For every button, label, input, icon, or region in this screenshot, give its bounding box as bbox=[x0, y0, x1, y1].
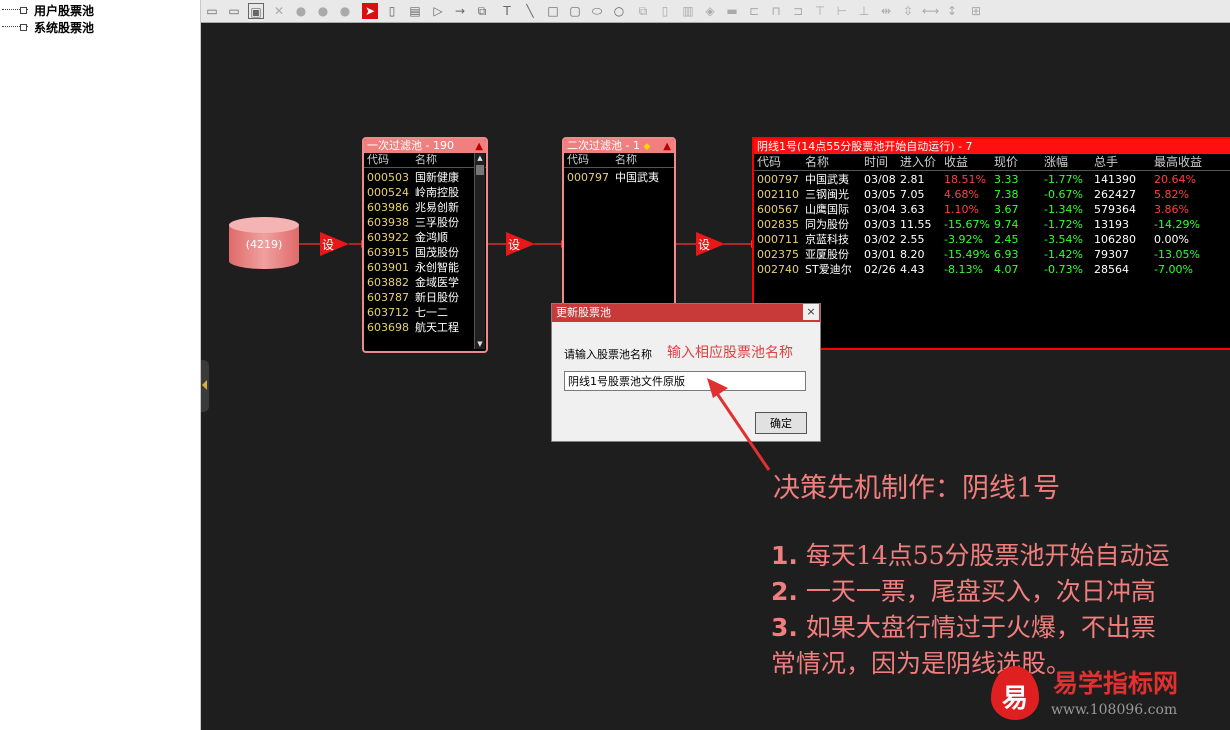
flame-logo-icon: 易 bbox=[991, 666, 1039, 720]
tree-branch-icon bbox=[0, 24, 30, 31]
item-text: 一天一票，尾盘买入，次日冲高 bbox=[797, 577, 1156, 606]
annotation-item-3: 3. 如果大盘行情过于火爆，不出票 bbox=[771, 608, 1156, 644]
watermark-name: 易学指标网 bbox=[1053, 669, 1179, 698]
watermark: 易 易学指标网 www.108096.com bbox=[991, 662, 1226, 726]
annotation-item-1: 1. 每天14点55分股票池开始自动运 bbox=[771, 536, 1169, 572]
tree-item-label: 系统股票池 bbox=[34, 20, 95, 35]
item-number: 1. bbox=[771, 541, 798, 570]
item-number: 3. bbox=[771, 613, 798, 642]
tree-panel: 用户股票池 系统股票池 bbox=[0, 0, 201, 730]
annotation-headline: 决策先机制作：阴线1号 bbox=[773, 473, 1061, 504]
design-canvas[interactable]: ▭ ▭ ▣ ✕ ● ● ● ➤ ▯ ▤ ▷ → ⧉ T ╲ □ ▢ ⬭ ○ ⧉ ▯ ▥ ◈ ▬ ⊏ ⊓ ⊐ ⊤ ⊢ ⊥ ⇹ ⇳ ⟷ ↕ ⊞ (421… bbox=[201, 0, 1230, 730]
item-text: 每天14点55分股票池开始自动运 bbox=[797, 541, 1170, 570]
logo-char: 易 bbox=[1001, 684, 1028, 714]
annotation-item-2: 2. 一天一票，尾盘买入，次日冲高 bbox=[771, 572, 1156, 608]
watermark-url: www.108096.com bbox=[1051, 702, 1178, 718]
tree-item-user-pool[interactable]: 用户股票池 bbox=[0, 2, 94, 18]
tree-branch-icon bbox=[0, 7, 30, 14]
item-text: 如果大盘行情过于火爆，不出票 bbox=[797, 613, 1156, 642]
tree-item-label: 用户股票池 bbox=[34, 3, 95, 18]
tree-item-system-pool[interactable]: 系统股票池 bbox=[0, 19, 94, 35]
item-number: 2. bbox=[771, 577, 798, 606]
